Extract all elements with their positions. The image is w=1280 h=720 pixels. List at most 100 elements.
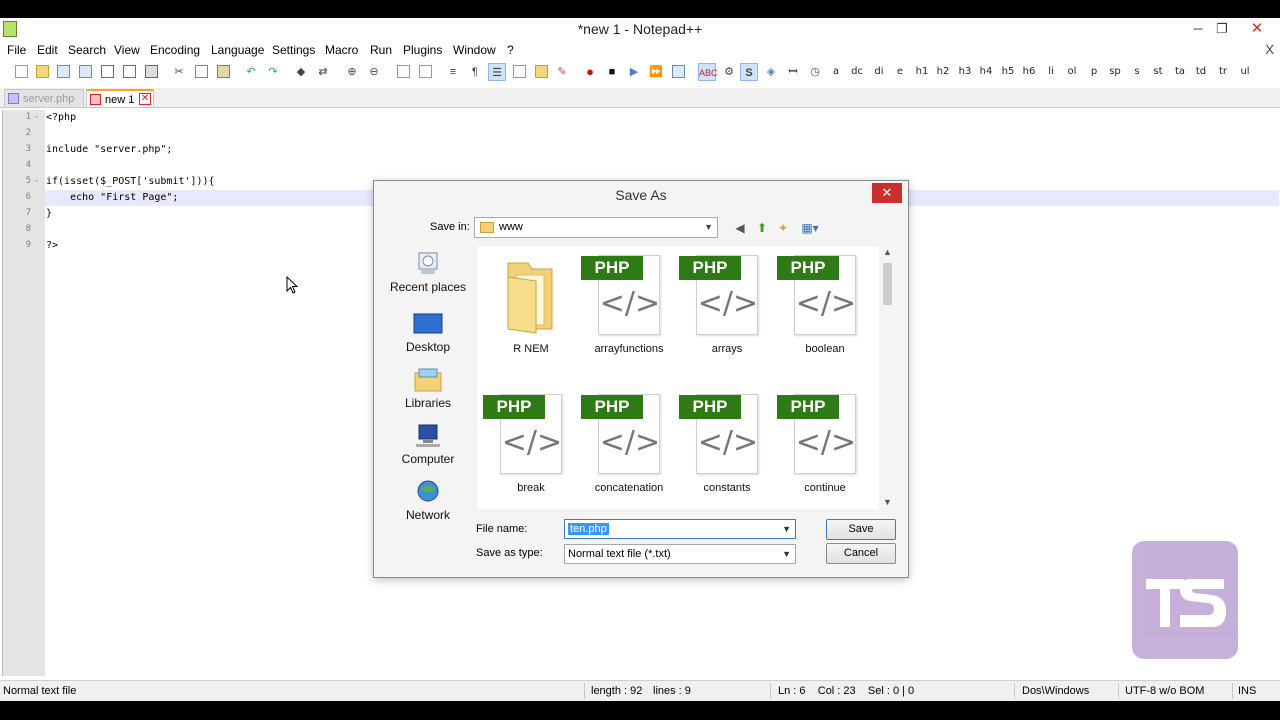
close-window-button[interactable]: ✕	[1243, 20, 1271, 38]
stop-macro-icon[interactable]: ■	[603, 63, 621, 81]
php-file-item[interactable]: PHP </> break	[482, 386, 580, 496]
undo-icon[interactable]: ↶	[242, 63, 260, 81]
view-menu-icon[interactable]: ▦▾	[798, 219, 822, 237]
sync-horizontal-icon[interactable]	[416, 63, 434, 81]
tab-server-php[interactable]: server.php	[4, 89, 84, 108]
sync-vertical-icon[interactable]	[394, 63, 412, 81]
chevron-down-icon[interactable]: ▼	[782, 520, 791, 538]
place-computer[interactable]: Computer	[380, 423, 476, 466]
place-desktop[interactable]: Desktop	[380, 311, 476, 354]
menu-plugins[interactable]: Plugins	[403, 43, 442, 57]
doc-map-icon[interactable]	[510, 63, 528, 81]
place-libraries[interactable]: Libraries	[380, 367, 476, 410]
tag-dc-button[interactable]: dc	[848, 63, 866, 81]
menu-view[interactable]: View	[114, 43, 140, 57]
file-list[interactable]: R NEM PHP </> arrayfunctions PHP </> arr…	[478, 247, 896, 509]
save-all-icon[interactable]	[76, 63, 94, 81]
run-macro-multiple-icon[interactable]: ⏩	[647, 63, 665, 81]
save-in-dropdown[interactable]: www ▼	[474, 217, 718, 238]
show-all-chars-icon[interactable]: ¶	[466, 63, 484, 81]
spell-check-icon[interactable]: ABC	[698, 63, 718, 81]
record-macro-icon[interactable]: ●	[581, 63, 599, 81]
tab-close-icon[interactable]: ✕	[139, 93, 151, 105]
new-folder-icon[interactable]: ✦	[774, 219, 792, 237]
snippet-s-icon[interactable]: S	[740, 63, 758, 81]
cancel-button[interactable]: Cancel	[826, 543, 896, 564]
tag-s-button[interactable]: s	[1128, 63, 1146, 81]
replace-icon[interactable]: ⇄	[314, 63, 332, 81]
save-button[interactable]: Save	[826, 519, 896, 540]
tag-di-button[interactable]: di	[870, 63, 888, 81]
php-file-item[interactable]: PHP </> continue	[776, 386, 874, 496]
function-list-icon[interactable]	[532, 63, 550, 81]
php-file-item[interactable]: PHP </> concatenation	[580, 386, 678, 496]
tag-h4-button[interactable]: h4	[977, 63, 995, 81]
indent-guide-icon[interactable]: ☰	[488, 63, 506, 81]
paste-icon[interactable]	[214, 63, 232, 81]
print-icon[interactable]	[142, 63, 160, 81]
clock-icon[interactable]: ◷	[806, 63, 824, 81]
menu-language[interactable]: Language	[211, 43, 264, 57]
tag-h6-button[interactable]: h6	[1020, 63, 1038, 81]
zoom-out-icon[interactable]: ⊖	[365, 63, 383, 81]
redo-icon[interactable]: ↷	[264, 63, 282, 81]
scroll-thumb[interactable]	[883, 263, 892, 305]
save-macro-icon[interactable]	[669, 63, 687, 81]
fold-marker-icon[interactable]: -	[34, 112, 42, 122]
php-file-item[interactable]: PHP </> arrayfunctions	[580, 247, 678, 357]
menu-search[interactable]: Search	[68, 43, 106, 57]
menu-file[interactable]: File	[7, 43, 26, 57]
tag-td-button[interactable]: td	[1192, 63, 1210, 81]
close-document-icon[interactable]: X	[1265, 42, 1274, 57]
tag-st-button[interactable]: st	[1149, 63, 1167, 81]
menu-run[interactable]: Run	[370, 43, 392, 57]
fold-marker-icon[interactable]: -	[34, 176, 42, 186]
tab-new-1[interactable]: new 1 ✕	[86, 89, 154, 108]
tag-h3-button[interactable]: h3	[956, 63, 974, 81]
tag-li-button[interactable]: li	[1042, 63, 1060, 81]
cut-icon[interactable]: ✂	[170, 63, 188, 81]
dialog-close-button[interactable]: ✕	[872, 183, 902, 203]
copy-icon[interactable]	[192, 63, 210, 81]
tag-h5-button[interactable]: h5	[999, 63, 1017, 81]
menu-encoding[interactable]: Encoding	[150, 43, 200, 57]
tag-h1-button[interactable]: h1	[913, 63, 931, 81]
tag-p-button[interactable]: p	[1085, 63, 1103, 81]
sql-icon[interactable]: ꟷ	[784, 63, 802, 81]
folder-item[interactable]: R NEM	[482, 247, 580, 357]
close-file-icon[interactable]	[98, 63, 116, 81]
restore-button[interactable]: ❐	[1208, 20, 1236, 38]
save-icon[interactable]	[54, 63, 72, 81]
find-icon[interactable]: ◆	[292, 63, 310, 81]
place-network[interactable]: Network	[380, 479, 476, 522]
tag-tr-button[interactable]: tr	[1214, 63, 1232, 81]
tag-ol-button[interactable]: ol	[1063, 63, 1081, 81]
play-macro-icon[interactable]: ▶	[625, 63, 643, 81]
scroll-up-icon[interactable]: ▲	[879, 247, 896, 257]
tag-e-button[interactable]: e	[891, 63, 909, 81]
spell-settings-icon[interactable]: ⚙	[720, 63, 738, 81]
place-recent-places[interactable]: Recent places	[380, 251, 476, 294]
up-folder-icon[interactable]: ⬆	[753, 219, 771, 237]
zoom-in-icon[interactable]: ⊕	[343, 63, 361, 81]
save-as-type-select[interactable]: Normal text file (*.txt) ▼	[564, 544, 796, 564]
preview-icon[interactable]: ◈	[762, 63, 780, 81]
file-list-scrollbar[interactable]: ▲ ▼	[879, 247, 896, 509]
back-icon[interactable]: ◀	[731, 219, 749, 237]
scroll-down-icon[interactable]: ▼	[879, 497, 896, 507]
word-wrap-icon[interactable]: ≡	[444, 63, 462, 81]
tag-ta-button[interactable]: ta	[1171, 63, 1189, 81]
tag-sp-button[interactable]: sp	[1106, 63, 1124, 81]
php-file-item[interactable]: PHP </> constants	[678, 386, 776, 496]
php-file-item[interactable]: PHP </> arrays	[678, 247, 776, 357]
new-file-icon[interactable]	[12, 63, 30, 81]
php-file-item[interactable]: PHP </> boolean	[776, 247, 874, 357]
menu-edit[interactable]: Edit	[37, 43, 58, 57]
folder-as-workspace-icon[interactable]: ✎	[553, 63, 571, 81]
file-name-input[interactable]: ten.php ▼	[564, 519, 796, 539]
tag-ul-button[interactable]: ul	[1236, 63, 1254, 81]
menu-macro[interactable]: Macro	[325, 43, 358, 57]
menu-help[interactable]: ?	[507, 43, 514, 57]
tag-a-button[interactable]: a	[827, 63, 845, 81]
open-file-icon[interactable]	[33, 63, 51, 81]
